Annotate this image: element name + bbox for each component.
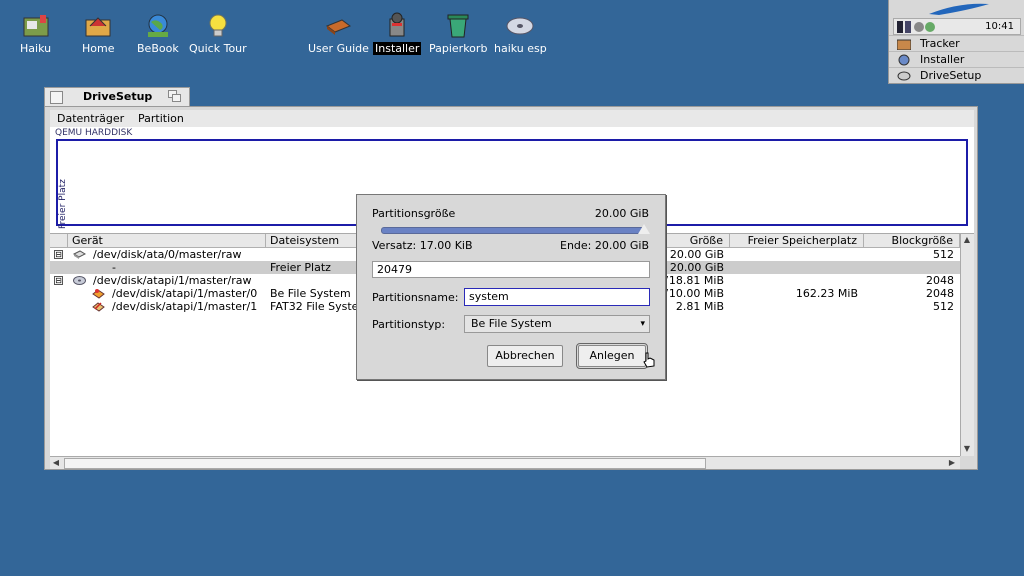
desktop-icon-label: Installer [373,42,422,55]
blocksize-cell: 512 [933,248,954,261]
computer-icon [23,15,49,37]
create-partition-dialog: Partitionsgröße 20.00 GiB Versatz: 17.00… [356,194,666,380]
filesystem-cell: FAT32 File Syste [270,300,359,313]
collapse-icon[interactable]: ⊟ [54,250,63,259]
deskbar-item-label: Tracker [920,37,960,50]
desktop-icon-bebook[interactable]: BeBook [135,12,181,55]
size-value: 20.00 GiB [594,207,649,220]
scroll-up-icon[interactable]: ▲ [961,234,973,246]
cancel-button[interactable]: Abbrechen [487,345,563,367]
close-icon[interactable] [50,91,63,104]
type-label: Partitionstyp: [372,318,446,331]
free-cell: 162.23 MiB [795,287,858,300]
tray-icons[interactable] [897,21,937,33]
column-header-device[interactable]: Gerät [68,234,266,248]
partition-label: Freier Platz [58,179,68,229]
partition-type-value: Be File System [471,317,552,330]
create-button[interactable]: Anlegen [576,343,648,369]
desktop-icon-haiku-esp[interactable]: haiku esp [492,12,549,55]
vertical-scrollbar[interactable]: ▲ ▼ [960,234,974,456]
deskbar-leaf-icon[interactable] [889,0,1024,18]
installer-icon [898,54,910,66]
menu-partition[interactable]: Partition [138,112,184,125]
desktop-icon-quick-tour[interactable]: Quick Tour [187,12,249,55]
disk-label: QEMU HARDDISK [55,128,133,138]
clock[interactable]: 10:41 [985,21,1014,32]
globe-book-icon [147,14,168,37]
system-tray: 10:41 [893,18,1021,35]
deskbar-item-installer[interactable]: Installer [889,51,1024,67]
partition-name-input[interactable]: system [464,288,650,306]
offset-label: Versatz: 17.00 KiB [372,239,473,252]
lightbulb-icon [209,14,227,37]
blocksize-cell: 2048 [926,287,954,300]
fat32-volume-icon [92,302,105,312]
harddisk-icon [73,250,86,259]
book-icon [326,19,352,35]
desktop-icon-installer[interactable]: Installer [373,12,422,55]
desktop-icon-haiku[interactable]: Haiku [18,12,53,55]
scroll-down-icon[interactable]: ▼ [961,443,973,455]
tracker-icon [897,39,911,50]
device-cell: - [112,261,116,274]
desktop-icon-label: BeBook [137,42,179,55]
deskbar-item-tracker[interactable]: Tracker [889,35,1024,51]
cd-icon [506,17,534,35]
device-cell: /dev/disk/atapi/1/master/0 [112,287,258,300]
size-slider[interactable] [381,224,650,234]
chevron-down-icon: ▾ [640,319,645,329]
installer-icon [389,12,405,37]
size-input[interactable]: 20479 [372,261,650,278]
filesystem-cell: Freier Platz [270,261,331,274]
horizontal-scrollbar[interactable]: ◀ ▶ [50,456,960,469]
device-cell: /dev/disk/atapi/1/master/raw [93,274,252,287]
blocksize-cell: 2048 [926,274,954,287]
desktop-icon-label: Home [82,42,115,55]
menu-datentraeger[interactable]: Datenträger [57,112,124,125]
deskbar-item-label: Installer [920,53,965,66]
size-label: Partitionsgröße [372,207,456,220]
desktop-icon-label: haiku esp [494,42,547,55]
desktop-icon-label: Papierkorb [429,42,488,55]
drivesetup-icon [897,71,911,81]
partition-type-select[interactable]: Be File System ▾ [464,315,650,333]
desktop-icon-home[interactable]: Home [80,12,116,55]
deskbar-item-drivesetup[interactable]: DriveSetup [889,67,1024,83]
filesystem-cell: Be File System [270,287,351,300]
desktop-icon-label: Quick Tour [189,42,247,55]
column-header-expander [50,234,68,248]
cdrom-icon [73,276,86,285]
window-tab[interactable]: DriveSetup [44,87,190,106]
slider-thumb[interactable] [638,224,650,234]
end-label: Ende: 20.00 GiB [560,239,649,252]
trash-icon [447,14,469,38]
scroll-right-icon[interactable]: ▶ [946,457,958,469]
collapse-icon[interactable]: ⊟ [54,276,63,285]
desktop-icon-user-guide[interactable]: User Guide [306,12,371,55]
scroll-thumb[interactable] [64,458,706,469]
bfs-volume-icon [92,289,105,299]
deskbar: 10:41 Tracker Installer DriveSetup [888,0,1024,84]
home-folder-icon [85,17,111,37]
column-header-free[interactable]: Freier Speicherplatz [730,234,864,248]
column-header-blocksize[interactable]: Blockgröße [864,234,960,248]
desktop-icon-label: User Guide [308,42,369,55]
blocksize-cell: 512 [933,300,954,313]
desktop-icon-papierkorb[interactable]: Papierkorb [427,12,489,55]
scroll-left-icon[interactable]: ◀ [50,457,62,469]
window-title: DriveSetup [83,90,153,103]
menu-bar: Datenträger Partition [50,110,974,128]
desktop-icon-label: Haiku [20,42,52,55]
deskbar-item-label: DriveSetup [920,69,982,82]
zoom-icon[interactable] [168,90,181,102]
name-label: Partitionsname: [372,291,459,304]
hand-cursor-icon [643,352,655,368]
device-cell: /dev/disk/atapi/1/master/1 [112,300,258,313]
device-cell: /dev/disk/ata/0/master/raw [93,248,242,261]
